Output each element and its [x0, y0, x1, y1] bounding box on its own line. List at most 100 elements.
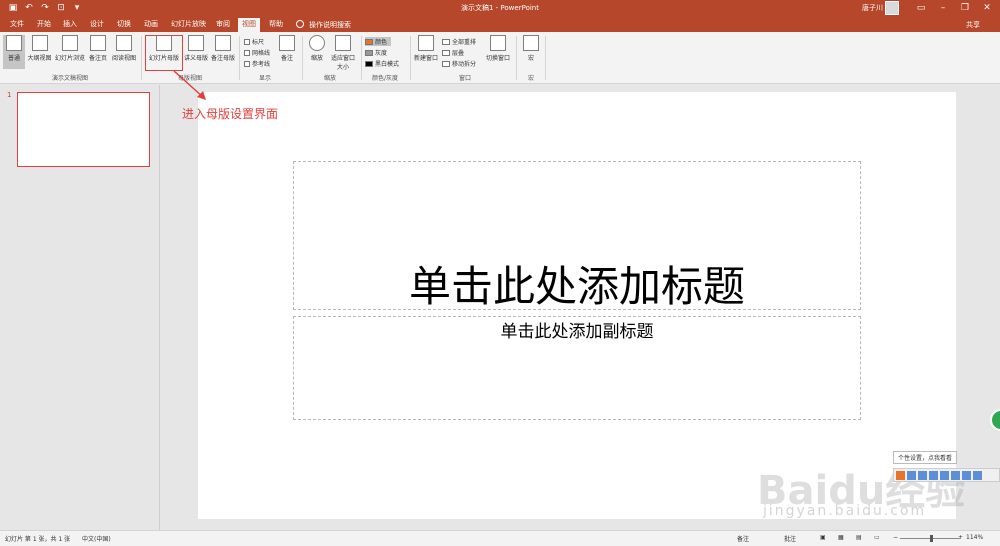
close-icon[interactable]: ✕ — [976, 0, 998, 17]
tab-help[interactable]: 帮助 — [265, 19, 287, 30]
annotation-arrow — [173, 70, 206, 100]
tab-animations[interactable]: 动画 — [140, 19, 162, 30]
macro-icon — [523, 35, 539, 51]
zoom-in-icon[interactable]: + — [958, 534, 963, 541]
lightbulb-search-icon[interactable] — [296, 20, 304, 28]
group-label-zoom: 缩放 — [323, 75, 336, 82]
guides-checkbox[interactable]: 参考线 — [244, 59, 270, 68]
checkbox-icon — [244, 49, 250, 56]
baidu-watermark-url: jingyan.baidu.com — [763, 503, 927, 519]
handout-master-icon — [188, 35, 204, 51]
slide-thumbnails-pane: 1 — [0, 85, 160, 530]
group-separator — [141, 36, 142, 80]
ribbon-display-icon[interactable]: ▭ — [910, 0, 932, 17]
tab-view[interactable]: 视图 — [238, 18, 260, 32]
ruler-checkbox[interactable]: 标尺 — [244, 37, 264, 46]
chinese-input-icon[interactable] — [907, 470, 916, 480]
tab-transitions[interactable]: 切换 — [113, 19, 135, 30]
slide-canvas[interactable]: 单击此处添加标题 单击此处添加副标题 — [198, 92, 956, 519]
switch-window-button[interactable]: 切换窗口 — [484, 35, 512, 69]
status-bar: 幻灯片 第 1 张，共 1 张 中文(中国) 备注 批注 ▣ ▦ ▤ ▭ − +… — [0, 530, 1000, 546]
fit-to-window-button[interactable]: 适应窗口大小 — [329, 35, 357, 71]
window-title: 演示文稿1 - PowerPoint — [461, 4, 539, 12]
handout-master-button[interactable]: 讲义母版 — [183, 35, 209, 69]
normal-view-button[interactable]: 普通 — [3, 35, 25, 69]
skin-icon[interactable] — [962, 470, 971, 480]
black-white-button[interactable]: 黑白模式 — [365, 59, 399, 68]
cascade-button[interactable]: 层叠 — [442, 48, 464, 57]
normal-view-icon — [6, 35, 22, 51]
share-button[interactable]: 共享 — [966, 20, 980, 30]
punctuation-icon[interactable] — [929, 470, 938, 480]
color-button[interactable]: 颜色 — [365, 37, 391, 46]
notes-icon — [279, 35, 295, 51]
tab-review[interactable]: 审阅 — [212, 19, 234, 30]
reading-view-icon — [116, 35, 132, 51]
new-window-icon — [418, 35, 434, 51]
arrange-all-button[interactable]: 全部重排 — [442, 37, 476, 46]
microphone-icon[interactable] — [940, 470, 949, 480]
grayscale-button[interactable]: 灰度 — [365, 48, 387, 57]
group-label-color: 颜色/灰度 — [371, 75, 399, 82]
color-swatch-icon — [365, 38, 373, 45]
zoom-level[interactable]: 114% — [966, 534, 983, 541]
group-separator — [410, 36, 411, 80]
zoom-slider-handle[interactable] — [930, 535, 933, 542]
tab-insert[interactable]: 插入 — [59, 19, 81, 30]
checkbox-icon — [244, 38, 250, 45]
tab-file[interactable]: 文件 — [6, 19, 28, 30]
avatar[interactable] — [885, 1, 899, 15]
slide-title-text: 单击此处添加标题 — [408, 262, 745, 311]
reading-view-status-icon[interactable]: ▤ — [856, 534, 862, 541]
macro-button[interactable]: 宏 — [521, 35, 541, 69]
moon-icon[interactable] — [918, 470, 927, 480]
toolbox-icon[interactable] — [973, 470, 982, 480]
slide-number: 1 — [7, 91, 12, 99]
tab-slideshow[interactable]: 幻灯片放映 — [167, 19, 210, 30]
group-label-show: 显示 — [258, 75, 271, 82]
user-name[interactable]: 唐子川 — [862, 3, 883, 13]
notes-toggle[interactable]: 备注 — [737, 534, 749, 543]
window-controls: ▭ – ❐ ✕ — [910, 0, 998, 17]
ribbon-tabs: 文件 开始 插入 设计 切换 动画 幻灯片放映 审阅 视图 帮助 操作说明搜索 … — [0, 17, 1000, 32]
tooltip: 个性设置，点我看看 — [893, 451, 958, 464]
zoom-out-icon[interactable]: − — [893, 534, 898, 541]
move-split-icon — [442, 60, 450, 67]
move-split-button[interactable]: 移动拆分 — [442, 59, 476, 68]
notes-master-button[interactable]: 备注母版 — [210, 35, 236, 69]
brand-icon[interactable] — [896, 470, 905, 480]
normal-view-status-icon[interactable]: ▣ — [820, 534, 826, 541]
gridlines-checkbox[interactable]: 网格线 — [244, 48, 270, 57]
slideshow-status-icon[interactable]: ▭ — [874, 534, 880, 541]
tab-design[interactable]: 设计 — [86, 19, 108, 30]
floating-assistant-icon[interactable] — [990, 409, 1000, 431]
floating-toolbar — [893, 468, 1000, 482]
annotation-text: 进入母版设置界面 — [182, 107, 279, 121]
reading-view-button[interactable]: 阅读视图 — [110, 35, 138, 69]
keyboard-icon[interactable] — [951, 470, 960, 480]
group-label-window: 窗口 — [458, 75, 471, 82]
group-separator — [516, 36, 517, 80]
slide-sorter-button[interactable]: 幻灯片浏览 — [54, 35, 86, 69]
notes-page-button[interactable]: 备注页 — [87, 35, 109, 69]
notes-page-icon — [90, 35, 106, 51]
tab-home[interactable]: 开始 — [33, 19, 55, 30]
tell-me-search[interactable]: 操作说明搜索 — [309, 20, 351, 30]
language-status[interactable]: 中文(中国) — [82, 534, 111, 543]
zoom-button[interactable]: 缩放 — [306, 35, 328, 69]
comments-toggle[interactable]: 批注 — [784, 534, 796, 543]
outline-view-button[interactable]: 大纲视图 — [26, 35, 53, 69]
minimize-icon[interactable]: – — [932, 0, 954, 17]
magnifier-icon — [309, 35, 325, 51]
restore-icon[interactable]: ❐ — [954, 0, 976, 17]
sorter-view-status-icon[interactable]: ▦ — [838, 534, 844, 541]
new-window-button[interactable]: 新建窗口 — [413, 35, 439, 69]
fit-window-icon — [335, 35, 351, 51]
slide-count: 幻灯片 第 1 张，共 1 张 — [5, 536, 71, 543]
slide-sorter-icon — [62, 35, 78, 51]
slide-thumbnail[interactable] — [17, 92, 150, 167]
group-separator — [239, 36, 240, 80]
notes-button[interactable]: 备注 — [277, 35, 297, 69]
switch-window-icon — [490, 35, 506, 51]
checkbox-icon — [244, 60, 250, 67]
